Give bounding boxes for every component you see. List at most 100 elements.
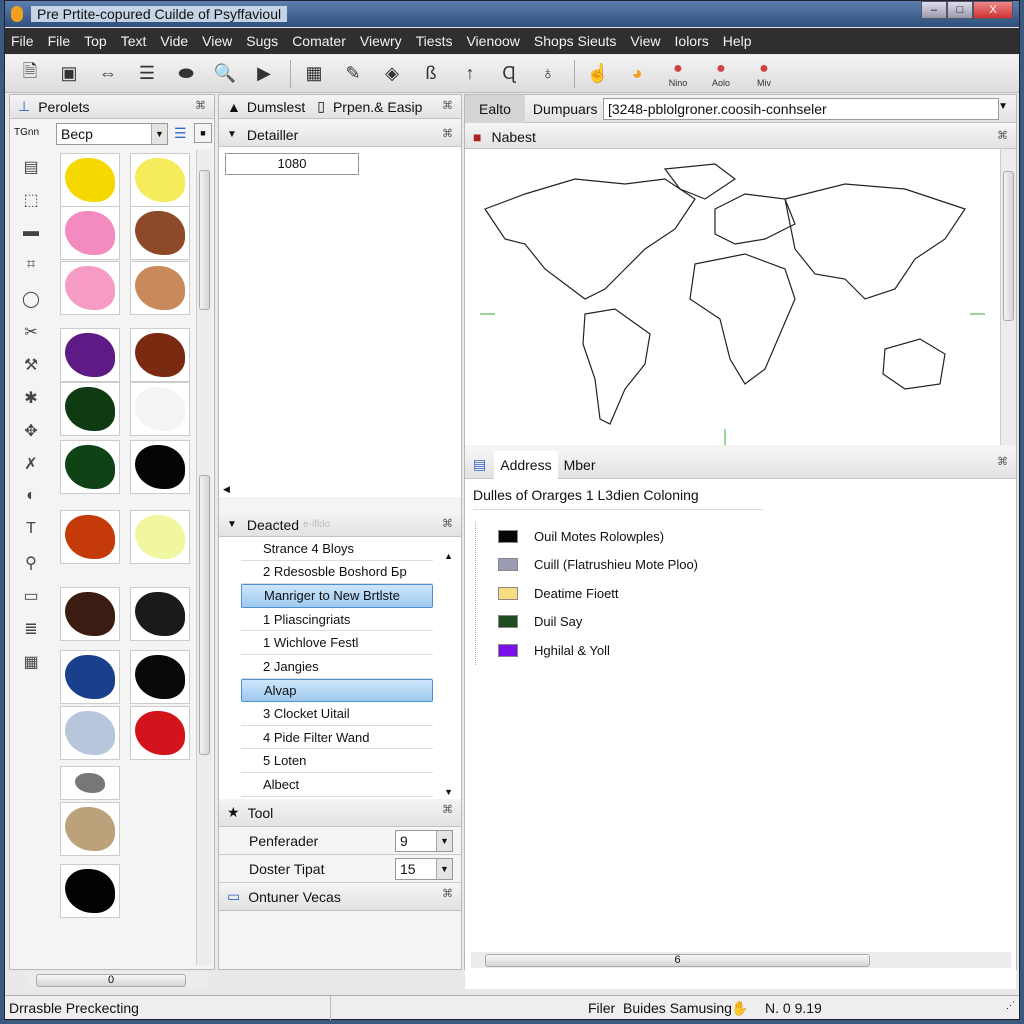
text-icon[interactable]: T: [18, 520, 44, 544]
swatches-scrollbar[interactable]: [196, 150, 212, 965]
rectangle-select-icon[interactable]: ▤: [18, 157, 44, 181]
brush-icon[interactable]: ✂: [18, 322, 44, 346]
scroll-thumb[interactable]: [1003, 171, 1014, 321]
brush-swatch[interactable]: [60, 382, 120, 436]
pin-icon[interactable]: ⌘: [442, 99, 453, 112]
fill-icon[interactable]: ⬚: [18, 190, 44, 214]
crop-icon[interactable]: ⌗: [18, 256, 44, 280]
chevron-down-icon[interactable]: ▼: [151, 124, 167, 144]
brush-swatch[interactable]: [60, 328, 120, 382]
chevron-down-icon[interactable]: ▼: [436, 859, 452, 879]
brush-swatch[interactable]: [130, 261, 190, 315]
maximize-button[interactable]: □: [947, 1, 973, 19]
scroll-down-icon[interactable]: ▼: [444, 787, 453, 797]
brush-swatch[interactable]: [130, 206, 190, 260]
brush-swatch[interactable]: [60, 587, 120, 641]
bell-icon[interactable]: ♁: [535, 61, 561, 87]
brush-swatch[interactable]: [130, 153, 190, 207]
pin-icon[interactable]: ⌘: [442, 127, 453, 140]
close-button[interactable]: X: [973, 1, 1013, 19]
tab-dumslest[interactable]: Dumslest: [247, 99, 305, 115]
toolbar-button-nino[interactable]: ● Nino: [663, 57, 693, 91]
menu-item-comater[interactable]: Comater: [292, 33, 346, 49]
tab-dumpuars[interactable]: Dumpuars: [525, 101, 606, 117]
hand-icon[interactable]: ☝: [585, 61, 611, 87]
collapse-icon[interactable]: ▼: [227, 129, 237, 140]
ruler-icon[interactable]: ◈: [379, 61, 405, 87]
world-map[interactable]: [465, 149, 1016, 445]
map-scrollbar[interactable]: [1000, 149, 1016, 445]
list-item[interactable]: Alvap: [241, 678, 433, 703]
brush-swatch[interactable]: [130, 706, 190, 760]
brush-swatch[interactable]: [130, 587, 190, 641]
list-item[interactable]: 1 Wichlove Festl: [241, 631, 433, 655]
gradient-icon[interactable]: ◐: [18, 487, 44, 511]
swap-arrows-icon[interactable]: ⇔: [95, 61, 121, 87]
spray-icon[interactable]: ✱: [18, 388, 44, 412]
play-icon[interactable]: ▶: [251, 61, 277, 87]
address-field[interactable]: [3248-pblolgroner.coosih-conhseler: [603, 98, 999, 120]
folder-icon[interactable]: ▭: [18, 586, 44, 610]
list-item[interactable]: 1 Pliascingriats: [241, 608, 433, 632]
menu-item-shops-sieuts[interactable]: Shops Sieuts: [534, 33, 617, 49]
field-combo[interactable]: 9 ▼: [395, 830, 453, 852]
list-item[interactable]: 2 Rdesosble Boshord Бр: [241, 561, 433, 585]
eraser-icon[interactable]: ▬: [18, 223, 44, 247]
brush-swatch[interactable]: [60, 706, 120, 760]
tab-properties[interactable]: Prpen.& Easip: [333, 99, 423, 115]
scroll-up-icon[interactable]: ▲: [444, 551, 453, 561]
menu-item-text[interactable]: Text: [121, 33, 147, 49]
brush-swatch[interactable]: [130, 650, 190, 704]
value-field[interactable]: 1080: [225, 153, 359, 175]
toolbar-button-aolo[interactable]: ● Aolo: [706, 57, 736, 91]
menu-item-tiests[interactable]: Tiests: [416, 33, 453, 49]
lasso-icon[interactable]: Ɋ: [496, 61, 522, 87]
horizontal-scrollbar[interactable]: 0: [28, 972, 208, 988]
pin-icon[interactable]: ⌘: [997, 455, 1008, 468]
wand-icon[interactable]: ✥: [18, 421, 44, 445]
field-combo[interactable]: 15 ▼: [395, 858, 453, 880]
list-item[interactable]: 4 Pide Filter Wand: [241, 726, 433, 750]
menu-item-vienoow[interactable]: Vienoow: [466, 33, 519, 49]
circle-icon[interactable]: ◯: [18, 289, 44, 313]
menu-item-top[interactable]: Top: [84, 33, 107, 49]
list-item[interactable]: Albect: [241, 773, 433, 797]
pencil-icon[interactable]: ✎: [340, 61, 366, 87]
new-document-icon[interactable]: 🗎: [17, 61, 43, 87]
brush-swatch[interactable]: [60, 153, 120, 207]
list-item[interactable]: Manriger to New Brtlste: [241, 584, 433, 608]
tab-address[interactable]: Address: [494, 450, 558, 479]
menu-item-sugs[interactable]: Sugs: [246, 33, 278, 49]
list-icon[interactable]: ☰: [134, 61, 160, 87]
brush-swatch[interactable]: [130, 440, 190, 494]
brush-swatch[interactable]: [60, 766, 120, 800]
zoom-icon[interactable]: 🔍: [212, 61, 238, 87]
zoom-icon[interactable]: ⚲: [18, 553, 44, 577]
brush-swatch[interactable]: [60, 510, 120, 564]
grid-icon[interactable]: ▦: [18, 652, 44, 676]
chevron-down-icon[interactable]: ▼: [436, 831, 452, 851]
layers-icon[interactable]: ≣: [18, 619, 44, 643]
brush-swatch[interactable]: [60, 206, 120, 260]
menu-item-help[interactable]: Help: [723, 33, 752, 49]
tab-mber[interactable]: Mber: [558, 457, 602, 473]
menu-item-view[interactable]: View: [630, 33, 660, 49]
menu-item-file[interactable]: File: [48, 33, 71, 49]
brush-swatch[interactable]: [60, 440, 120, 494]
tab-ealto[interactable]: Ealto: [465, 94, 525, 123]
menu-item-vide[interactable]: Vide: [160, 33, 188, 49]
brush-swatch[interactable]: [130, 382, 190, 436]
resize-grip-icon[interactable]: ⋰: [1006, 1000, 1015, 1011]
scroll-left-icon[interactable]: ◀: [223, 484, 230, 495]
toolbar-button-miv[interactable]: ● Miv: [749, 57, 779, 91]
horizontal-scrollbar[interactable]: 6: [471, 952, 1011, 968]
pin-icon[interactable]: ⌘: [442, 517, 453, 530]
menu-item-file[interactable]: File: [11, 33, 34, 49]
scroll-thumb[interactable]: [199, 475, 210, 755]
globe-icon[interactable]: ◕: [624, 61, 650, 87]
scroll-value[interactable]: 0: [36, 974, 186, 987]
brush-swatch[interactable]: [60, 650, 120, 704]
list-item[interactable]: Strance 4 Bloys: [241, 537, 433, 561]
pin-icon[interactable]: ⌘: [442, 887, 453, 900]
curve-icon[interactable]: ß: [418, 61, 444, 87]
